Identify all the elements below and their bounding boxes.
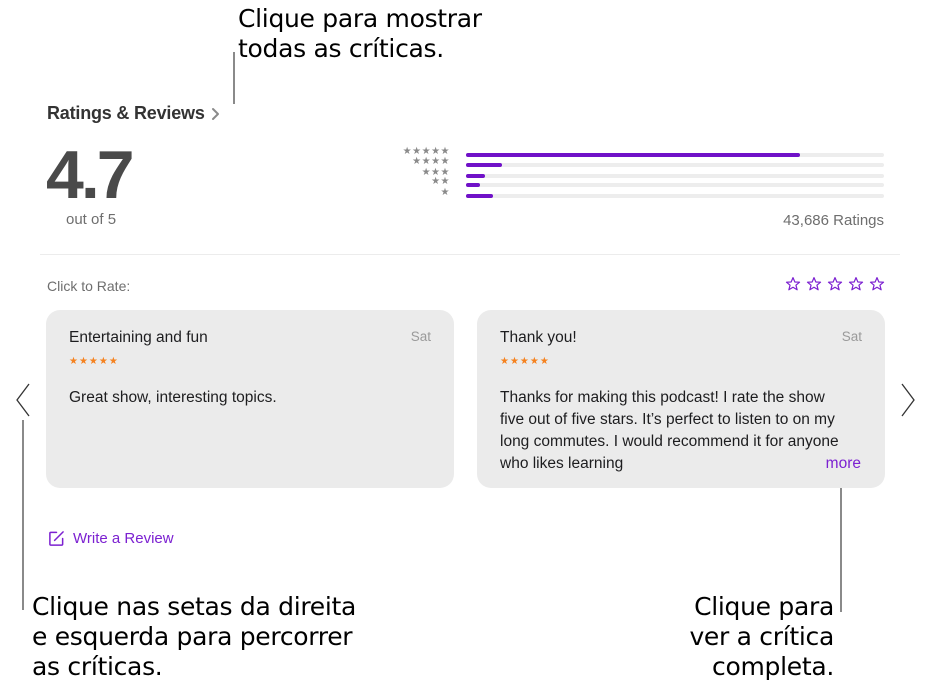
histogram-track: [466, 163, 884, 167]
histogram-bar: [466, 194, 494, 198]
callout-line: Clique para mostrar: [238, 4, 482, 33]
write-review-label: Write a Review: [73, 530, 174, 547]
histogram-row-2: ★★: [392, 176, 887, 189]
callout-full-review: Clique para ver a crítica completa.: [660, 592, 834, 682]
review-star-rating: ★★★★★: [500, 356, 550, 367]
review-card[interactable]: Entertaining and fun Sat ★★★★★ Great sho…: [46, 310, 454, 488]
star-outline-icon[interactable]: [827, 276, 843, 292]
more-link[interactable]: more: [803, 455, 861, 473]
divider: [40, 254, 900, 255]
review-body: Great show, interesting topics.: [69, 389, 277, 406]
callout-line: Clique nas setas da direita: [32, 592, 357, 621]
callout-line: e esquerda para percorrer: [32, 622, 353, 651]
write-review-button[interactable]: Write a Review: [48, 530, 174, 547]
section-title: Ratings & Reviews: [47, 103, 205, 123]
chevron-right-icon[interactable]: [900, 382, 916, 418]
star-icons: ★★: [431, 176, 450, 187]
histogram-track: [466, 174, 884, 178]
callout-line: as críticas.: [32, 652, 163, 681]
histogram-bar: [466, 163, 502, 167]
callout-line: completa.: [712, 652, 834, 681]
histogram-row-3: ★★★: [392, 168, 887, 180]
chevron-right-icon: [211, 107, 219, 120]
review-title: Thank you!: [500, 329, 577, 346]
star-outline-icon[interactable]: [806, 276, 822, 292]
review-card[interactable]: Thank you! Sat ★★★★★ Thanks for making t…: [477, 310, 885, 488]
histogram-track: [466, 153, 884, 157]
histogram-bar: [466, 174, 485, 178]
histogram-row-4: ★★★★: [392, 156, 887, 169]
callout-leader-line: [22, 420, 24, 610]
star-outline-icon[interactable]: [785, 276, 801, 292]
review-star-rating: ★★★★★: [69, 356, 119, 367]
histogram-bar: [466, 183, 480, 187]
histogram-track: [466, 194, 884, 198]
histogram-bar: [466, 153, 801, 157]
average-rating: 4.7: [46, 137, 135, 213]
callout-leader-line: [233, 52, 235, 104]
rating-scale-label: out of 5: [66, 211, 117, 228]
review-date: Sat: [841, 329, 862, 344]
chevron-left-icon[interactable]: [15, 382, 31, 418]
star-icons: ★★★★: [412, 156, 450, 167]
star-outline-icon[interactable]: [848, 276, 864, 292]
rate-stars[interactable]: [785, 276, 885, 292]
ratings-count: 43,686 Ratings: [783, 212, 884, 229]
ratings-reviews-header[interactable]: Ratings & Reviews: [47, 103, 220, 124]
callout-line: Clique para: [694, 592, 834, 621]
histogram-row-1: ★: [392, 187, 887, 200]
compose-icon: [49, 531, 64, 546]
star-icons: ★: [440, 187, 450, 198]
callout-line: ver a crítica: [689, 622, 834, 651]
review-title: Entertaining and fun: [69, 329, 208, 346]
review-body: Thanks for making this podcast! I rate t…: [500, 389, 839, 472]
star-outline-icon[interactable]: [869, 276, 885, 292]
callout-line: todas as críticas.: [238, 34, 444, 63]
click-to-rate-label: Click to Rate:: [47, 278, 131, 294]
review-date: Sat: [410, 329, 431, 344]
callout-leader-line: [840, 474, 842, 612]
callout-show-all-reviews: Clique para mostrar todas as críticas.: [238, 4, 482, 64]
histogram-row-5: ★★★★★: [392, 147, 887, 159]
histogram-track: [466, 183, 884, 187]
callout-arrows: Clique nas setas da direita e esquerda p…: [32, 592, 356, 682]
